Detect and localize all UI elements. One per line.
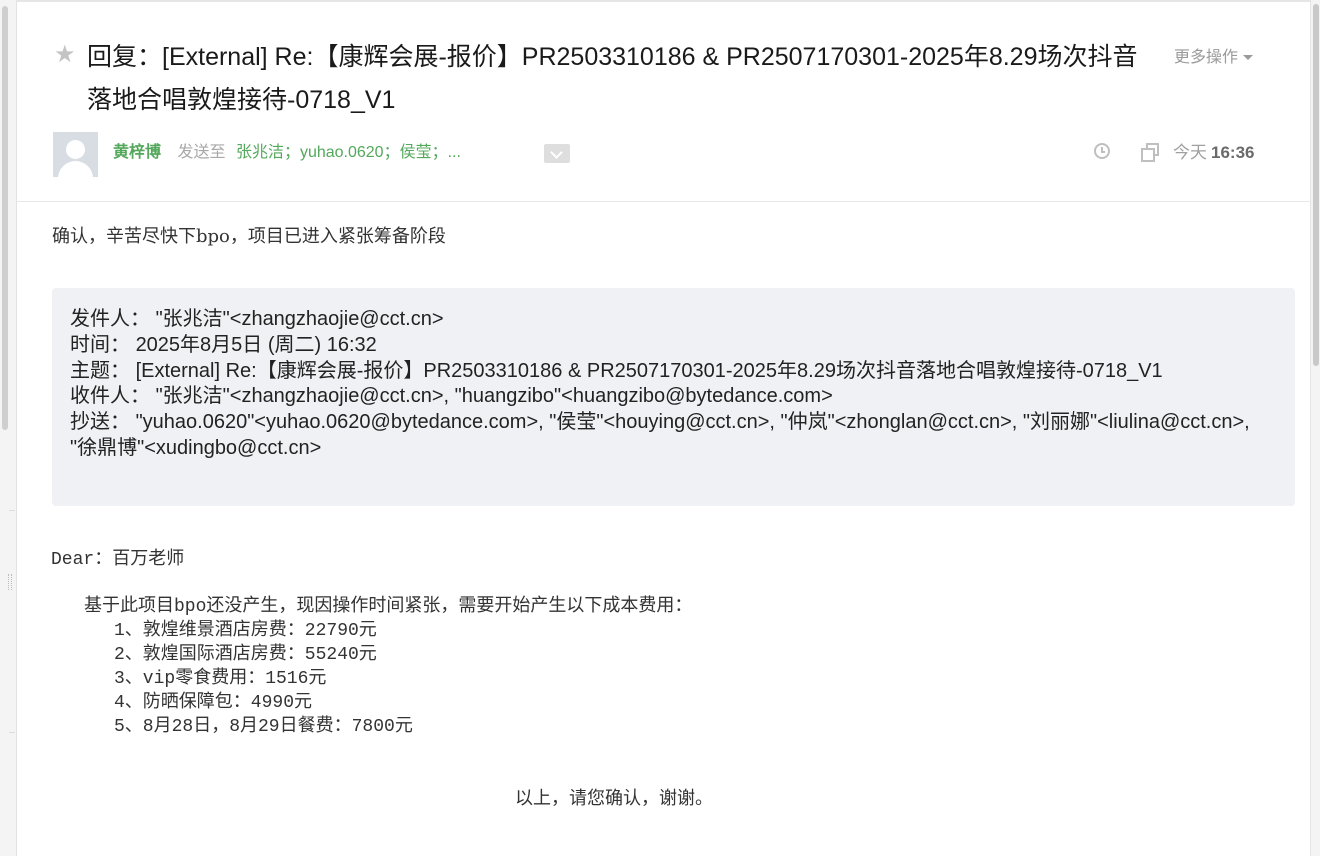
list-item: 5、8月28日，8月29日餐费：7800元 — [114, 717, 413, 737]
recipients-summary[interactable]: 张兆洁；yuhao.0620；侯莹；... — [236, 144, 461, 161]
list-item: 2、敦煌国际酒店房费：55240元 — [114, 645, 377, 665]
divider — [9, 732, 15, 733]
sender-name[interactable]: 黄梓博 — [113, 144, 161, 161]
quoted-header: 发件人： "张兆洁"<zhangzhaojie@cct.cn> 时间： 2025… — [70, 307, 1270, 462]
avatar-head — [66, 140, 85, 159]
open-in-new-window-icon[interactable] — [1141, 143, 1160, 162]
clock-hand — [1101, 151, 1105, 153]
email-timestamp: 今天 16:36 — [1173, 141, 1254, 165]
quoted-header-box: 发件人： "张兆洁"<zhangzhaojie@cct.cn> 时间： 2025… — [52, 288, 1295, 506]
avatar-body — [58, 161, 93, 177]
sent-to-label: 发送至 — [177, 144, 226, 161]
expand-recipients-button[interactable] — [544, 144, 570, 163]
window-front — [1141, 148, 1155, 162]
quote-cc-row: 抄送： "yuhao.0620"<yuhao.0620@bytedance.co… — [70, 410, 1270, 462]
quote-cc-value: "yuhao.0620"<yuhao.0620@bytedance.com>, … — [70, 411, 1250, 459]
quote-to-label: 收件人： — [70, 385, 150, 408]
sender-line: 黄梓博 发送至 张兆洁；yuhao.0620；侯莹；... — [113, 141, 461, 165]
reply-text: 确认，辛苦尽快下bpo，项目已进入紧张筹备阶段 — [52, 226, 446, 247]
resize-handle[interactable] — [8, 574, 12, 590]
scrollbar-thumb[interactable] — [1313, 4, 1319, 366]
quote-time-label: 时间： — [70, 333, 130, 356]
quote-from-value: "张兆洁"<zhangzhaojie@cct.cn> — [155, 308, 444, 330]
quote-cc-label: 抄送： — [70, 411, 130, 434]
quote-subject-row: 主题： [External] Re:【康辉会展-报价】PR2503310186 … — [70, 359, 1270, 385]
list-item: 3、vip零食费用：1516元 — [114, 669, 327, 689]
quote-subject-value: [External] Re:【康辉会展-报价】PR2503310186 & PR… — [135, 359, 1163, 382]
header-divider — [16, 201, 1311, 202]
left-scrollbar-thumb[interactable] — [2, 6, 8, 430]
chevron-down-icon — [550, 146, 563, 159]
left-panel-edge — [0, 0, 17, 856]
more-actions-label: 更多操作 — [1174, 49, 1239, 66]
quote-time-row: 时间： 2025年8月5日 (周二) 16:32 — [70, 333, 1270, 359]
quote-from-row: 发件人： "张兆洁"<zhangzhaojie@cct.cn> — [70, 307, 1270, 333]
list-item: 1、敦煌维景酒店房费：22790元 — [114, 621, 377, 641]
quote-from-label: 发件人： — [70, 308, 150, 330]
sender-avatar[interactable] — [53, 132, 98, 177]
closing-line: 以上，请您确认，谢谢。 — [515, 790, 713, 810]
time-value: 16:36 — [1211, 143, 1255, 162]
quote-time-value: 2025年8月5日 (周二) 16:32 — [135, 333, 377, 356]
email-reader: ★ 回复：[External] Re:【康辉会展-报价】PR2503310186… — [0, 0, 1320, 856]
quote-subject-label: 主题： — [70, 359, 130, 382]
caret-down-icon — [1243, 55, 1254, 61]
date-label: 今天 — [1173, 143, 1207, 162]
cost-list: 基于此项目bpo还没产生，现因操作时间紧张，需要开始产生以下成本费用： 1、敦煌… — [84, 595, 692, 739]
quote-to-value: "张兆洁"<zhangzhaojie@cct.cn>, "huangzibo"<… — [155, 385, 833, 408]
divider — [16, 0, 1311, 2]
more-actions-button[interactable]: 更多操作 — [1174, 46, 1254, 70]
list-item: 4、防晒保障包：4990元 — [114, 693, 313, 713]
divider — [9, 510, 15, 511]
greeting: Dear：百万老师 — [51, 550, 185, 570]
vertical-scrollbar[interactable] — [1310, 0, 1320, 856]
email-subject: 回复：[External] Re:【康辉会展-报价】PR2503310186 &… — [87, 43, 1138, 114]
clock-icon[interactable] — [1094, 143, 1110, 159]
quote-to-row: 收件人： "张兆洁"<zhangzhaojie@cct.cn>, "huangz… — [70, 384, 1270, 410]
intro-line: 基于此项目bpo还没产生，现因操作时间紧张，需要开始产生以下成本费用： — [84, 597, 693, 617]
star-icon[interactable]: ★ — [54, 40, 76, 70]
